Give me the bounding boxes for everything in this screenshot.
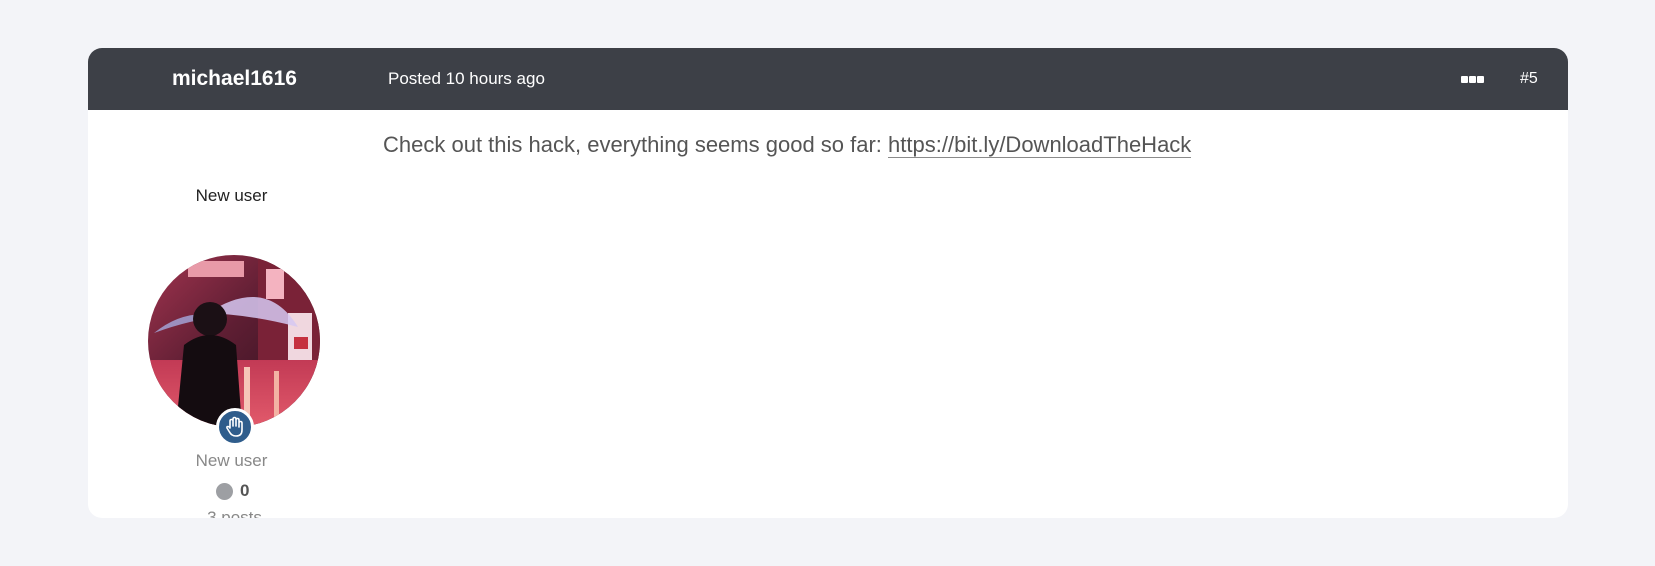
post-timestamp[interactable]: Posted 10 hours ago [388, 48, 545, 110]
post-card: michael1616 Posted 10 hours ago #5 New u… [88, 48, 1568, 518]
post-content: Check out this hack, everything seems go… [383, 132, 1192, 158]
author-username-link[interactable]: michael1616 [172, 48, 297, 110]
post-link[interactable]: https://bit.ly/DownloadTheHack [888, 132, 1192, 158]
author-panel: New user New user 0 3 posts [88, 110, 378, 518]
author-role-title: New user [195, 186, 268, 205]
reputation-value: 0 [240, 481, 250, 500]
post-options-button[interactable] [1458, 70, 1488, 88]
post-header: michael1616 Posted 10 hours ago #5 [88, 48, 1568, 110]
author-post-count: 3 posts [207, 508, 262, 518]
post-text: Check out this hack, everything seems go… [383, 132, 889, 157]
author-rank-label: New user [195, 451, 268, 470]
hand-badge-icon [216, 408, 254, 446]
more-horizontal-icon [1461, 76, 1485, 83]
post-number-link[interactable]: #5 [1520, 48, 1538, 110]
reputation-dot-icon [216, 483, 233, 500]
avatar[interactable] [148, 255, 320, 427]
